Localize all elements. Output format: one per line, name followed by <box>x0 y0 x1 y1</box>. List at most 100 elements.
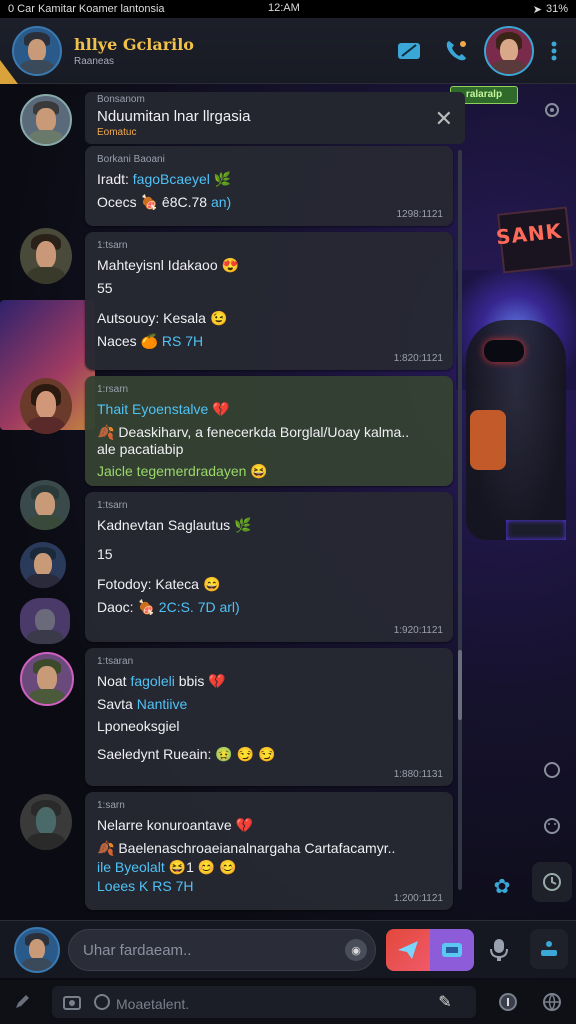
food-emoji: 🍖 <box>140 194 159 210</box>
message-scrollbar[interactable] <box>458 150 462 890</box>
settings-icon[interactable] <box>540 98 564 122</box>
message-text: Kadnevtan Saglautus <box>97 517 231 533</box>
message-bubble[interactable]: Borkani Baoani Iradt: fagoBcaeyel 🌿 Ocecs… <box>85 146 453 226</box>
clock-icon[interactable] <box>532 862 572 902</box>
send-icon <box>398 941 418 959</box>
user-avatar[interactable] <box>484 25 534 76</box>
message-sender: 1:rsarn <box>97 384 129 395</box>
heart-emoji: 💔 <box>208 673 226 689</box>
apps-button[interactable] <box>530 929 568 969</box>
self-avatar[interactable] <box>14 927 60 973</box>
close-icon[interactable]: ✕ <box>435 106 453 132</box>
message-bubble[interactable]: 1:rsarn Thait Eyoenstalve 💔 🍂 Deaskiharv,… <box>85 376 453 486</box>
background-robot-arm <box>470 410 506 470</box>
bottom-bar: Moaetalent. ✎ <box>0 980 576 1024</box>
message-text: 55 <box>97 280 113 296</box>
message-text: Fotodoy: Kateca <box>97 576 199 592</box>
message-text: Autsouoy: Kesala <box>97 310 206 326</box>
sender-avatar[interactable] <box>20 652 74 706</box>
attach-button[interactable] <box>430 929 474 971</box>
message-text: Baelenaschroaeianalnargaha Cartafacamyr.… <box>118 840 396 856</box>
message-stat-highlight: an) <box>210 194 232 210</box>
message-line: Iradt: fagoBcaeyel 🌿 <box>97 171 441 188</box>
apps-icon <box>541 941 557 956</box>
message-line: Lponeoksgiel <box>97 718 441 734</box>
leaf-emoji: 🌿 <box>234 517 252 533</box>
emoji: 😍 <box>221 257 240 273</box>
sender-avatar[interactable] <box>20 480 70 530</box>
message-line: 55 <box>97 280 441 296</box>
emoji: 😆 <box>250 463 268 479</box>
compose-bar: ◉ <box>0 920 576 978</box>
mic-icon[interactable]: ◉ <box>345 939 367 961</box>
message-line: Nelarre konuroantave 💔 <box>97 817 441 834</box>
message-timestamp: 1298:1121 <box>396 209 443 220</box>
sender-avatar[interactable] <box>20 378 72 434</box>
message-highlight: fagoleli <box>130 673 175 689</box>
status-bar: 0 Car Kamitar Koamer lantonsia 12:AM ➤ 3… <box>0 0 576 18</box>
message-text: Ocecs <box>97 194 141 210</box>
video-call-icon <box>398 42 420 59</box>
message-input-wrap[interactable]: ◉ <box>68 929 376 971</box>
sender-avatar[interactable] <box>20 794 72 850</box>
message-stat-highlight: 2C:S. 7D arl) <box>158 599 240 615</box>
scrollbar-thumb[interactable] <box>458 650 462 720</box>
camera-icon[interactable] <box>62 992 82 1012</box>
message-text: Nelarre konuroantave <box>97 817 232 833</box>
sender-avatar[interactable] <box>20 542 66 588</box>
pinned-message-card[interactable]: Bonsanom Nduumitan lnar llrgasia Eomatuc… <box>85 92 465 144</box>
send-button-group[interactable] <box>386 929 474 971</box>
message-line: Saeledynt Rueain: 🤢 😏 😏 <box>97 746 441 763</box>
message-line: 15 <box>97 546 441 562</box>
message-bubble[interactable]: 1:tsarn Kadnevtan Saglautus 🌿 15 Fotodoy:… <box>85 492 453 642</box>
message-sender: 1:sarn <box>97 800 125 811</box>
help-icon[interactable] <box>92 992 112 1012</box>
emoji-icon[interactable] <box>540 814 564 838</box>
globe-icon[interactable] <box>540 990 564 1014</box>
leaf-emoji: 🍂 <box>97 424 115 440</box>
message-bubble[interactable]: 1:tsaran Noat fagoleli bbis 💔 Savta Nanti… <box>85 648 453 786</box>
message-bubble[interactable]: 1:tsarn Mahteyisnl Idakaoo 😍 55 Autsouoy:… <box>85 232 453 370</box>
app-bar: hllye Gclarilo Raaneas <box>0 18 576 84</box>
pen-icon[interactable] <box>10 990 34 1014</box>
message-text: Naces <box>97 333 141 349</box>
message-line: Mahteyisnl Idakaoo 😍 <box>97 257 441 274</box>
message-bubble[interactable]: 1:sarn Nelarre konuroantave 💔 🍂 Baelenasc… <box>85 792 453 910</box>
message-line: 🍂 Baelenaschroaeianalnargaha Cartafacamy… <box>97 840 441 857</box>
leaf-emoji: 🍂 <box>97 840 115 856</box>
leaf-emoji: 🌿 <box>213 171 232 187</box>
sender-avatar[interactable] <box>20 228 72 284</box>
message-highlight: ile Byeolalt <box>97 859 165 875</box>
message-line: Autsouoy: Kesala 😉 <box>97 310 441 327</box>
phone-icon <box>446 40 466 60</box>
message-input[interactable] <box>83 941 323 959</box>
chat-subtitle: Raaneas <box>74 55 115 67</box>
send-button[interactable] <box>386 929 430 971</box>
message-stat: ê8C.78 <box>161 194 211 210</box>
message-text: ale pacatiabip <box>97 441 184 457</box>
voice-message-button[interactable] <box>484 933 514 967</box>
chat-title-group[interactable]: hllye Gclarilo Raaneas <box>74 35 382 67</box>
more-options-button[interactable] <box>544 33 564 69</box>
message-line: ale pacatiabip <box>97 441 441 457</box>
sender-avatar[interactable] <box>20 94 72 146</box>
info-icon[interactable] <box>496 990 520 1014</box>
status-time: 12:AM <box>268 2 300 14</box>
edit-icon[interactable]: ✎ <box>430 992 460 1012</box>
message-timestamp: 1:920:1121 <box>393 625 443 636</box>
status-right: ➤ 31% <box>533 3 568 16</box>
gift-icon[interactable]: ✿ <box>484 868 520 904</box>
sender-avatar[interactable] <box>20 598 70 644</box>
pinned-title: Nduumitan lnar llrgasia <box>97 108 251 125</box>
heart-emoji: 💔 <box>212 401 230 417</box>
video-call-button[interactable] <box>392 33 428 69</box>
chat-avatar[interactable] <box>12 25 62 76</box>
battery-level: 31% <box>545 3 568 15</box>
sticker-icon[interactable] <box>540 758 564 782</box>
message-highlight: Nantiive <box>136 696 188 712</box>
phone-button[interactable] <box>438 33 474 69</box>
message-line: Ocecs 🍖 ê8C.78 an) <box>97 194 441 211</box>
message-timestamp: 1:820:1121 <box>393 353 443 364</box>
pinned-subtitle: Eomatuc <box>97 127 137 138</box>
message-highlight: Thait Eyoenstalve <box>97 401 209 417</box>
